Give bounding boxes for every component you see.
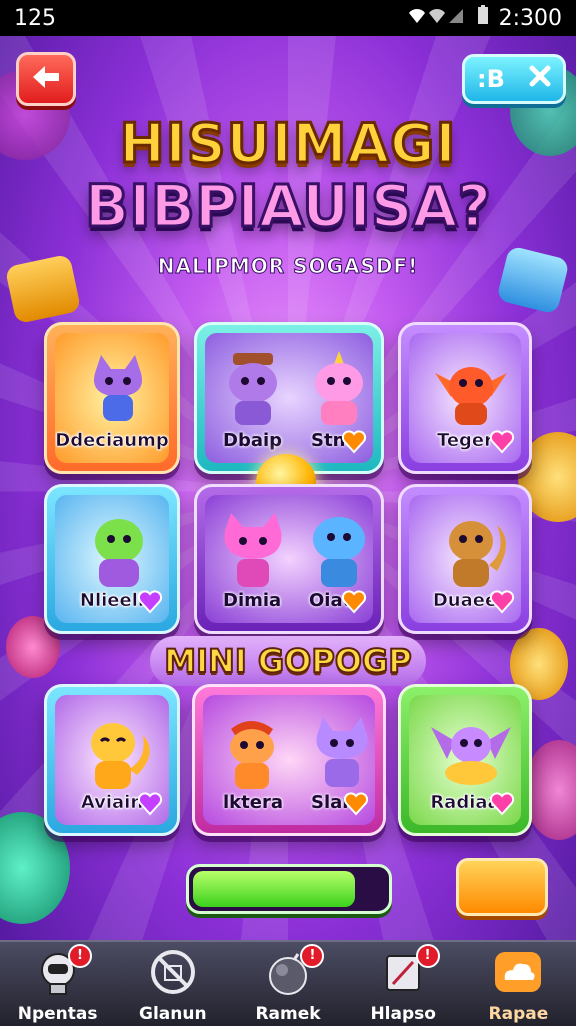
nav-item-npentas[interactable]: ! Npentas [0, 942, 115, 1026]
character-card[interactable]: Radiaa [398, 684, 532, 836]
bottom-nav: ! Npentas Glanun ! Ramek ! Hlapso Rapae [0, 940, 576, 1026]
nav-item-ramek[interactable]: ! Ramek [230, 942, 345, 1026]
no-entry-icon [149, 948, 197, 1000]
pink-cat-character-icon [215, 509, 291, 597]
status-time: 2:300 [498, 5, 562, 31]
title-line-2: BIBPIAUISA? [83, 171, 492, 242]
heart-icon [489, 590, 515, 614]
heart-icon [137, 590, 163, 614]
heart-icon [343, 792, 369, 816]
battery-icon [477, 5, 489, 31]
action-button[interactable] [456, 858, 548, 916]
dragon-character-icon [431, 353, 511, 433]
character-icon [219, 349, 289, 433]
close-button-text: :B [477, 65, 505, 93]
nav-item-glanun[interactable]: Glanun [115, 942, 230, 1026]
frog-character-icon [81, 511, 157, 595]
arrow-left-icon [31, 64, 61, 94]
cloud-icon [493, 948, 543, 1000]
signal-icon [407, 5, 467, 31]
fox-character-icon [79, 713, 159, 797]
close-icon [529, 65, 551, 93]
character-card[interactable]: Teger [398, 322, 532, 474]
nav-item-rapae[interactable]: Rapae [461, 942, 576, 1026]
cat-character-icon [85, 351, 151, 433]
blue-dog-character-icon [301, 509, 373, 597]
character-card[interactable]: Aviain [44, 684, 180, 836]
notification-badge: ! [68, 944, 92, 968]
status-left-text: 125 [14, 5, 56, 31]
character-card[interactable]: Nlieell [44, 484, 180, 634]
nav-label: Hlapso [370, 1004, 436, 1024]
nav-label: Rapae [488, 1004, 549, 1024]
character-card[interactable]: Duaee [398, 484, 532, 634]
squirrel-character-icon [437, 511, 515, 595]
title-line-1: HISUIMAGI [118, 111, 457, 177]
character-card[interactable]: Dimia Oiat [194, 484, 384, 634]
unicorn-character-icon [305, 349, 373, 433]
section-title: MINI GOPOGP [150, 636, 426, 686]
character-card[interactable]: lktera Slan [192, 684, 386, 836]
nav-label: Ramek [255, 1004, 321, 1024]
heart-icon [489, 430, 515, 454]
heart-icon [341, 590, 367, 614]
nav-item-hlapso[interactable]: ! Hlapso [346, 942, 461, 1026]
card-label-left: Dbaip [223, 430, 283, 451]
close-button[interactable]: :B [462, 54, 566, 104]
card-label: Ddeciaump [55, 430, 169, 452]
status-bar: 125 2:300 [0, 0, 576, 36]
subtitle: NALIPMOR SOGASDF! [157, 254, 419, 279]
notification-badge: ! [415, 944, 440, 968]
nav-label: Glanun [139, 1004, 207, 1024]
nav-label: Npentas [17, 1004, 98, 1024]
bat-character-icon [429, 713, 513, 795]
bear-character-icon [217, 713, 287, 797]
card-label-left: Dimia [223, 590, 282, 611]
heart-icon [341, 430, 367, 454]
heart-icon [137, 792, 163, 816]
character-card[interactable]: Ddeciaump [44, 322, 180, 474]
progress-bar [186, 864, 392, 914]
progress-fill [193, 871, 355, 907]
back-button[interactable] [16, 52, 76, 106]
notification-badge: ! [300, 944, 325, 968]
cat-character-icon [307, 713, 375, 797]
card-label-left: lktera [223, 792, 283, 813]
heart-icon [489, 792, 515, 816]
character-card[interactable]: Dbaip Stno [194, 322, 384, 474]
